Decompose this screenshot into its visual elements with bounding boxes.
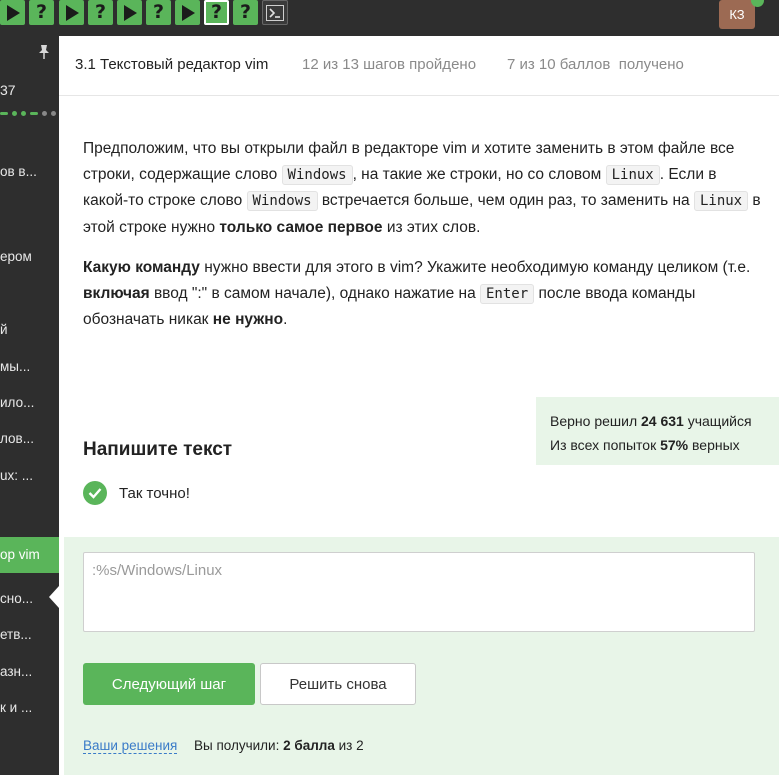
lesson-sidebar: 37 ов в... ером й мы... ило... лов... ux: ... о… [0,36,59,775]
active-lesson-pointer [49,586,59,608]
lesson-header: 3.1 Текстовый редактор vim 12 из 13 шаго… [59,36,779,96]
code-windows: Windows [246,191,318,211]
question-icon: ? [152,1,165,23]
steps-progress: 12 из 13 шагов пройдено [302,56,477,73]
progress-counter: 37 [0,82,16,98]
sidebar-lesson-item[interactable]: ux: ... [0,466,59,486]
lesson-title: 3.1 Текстовый редактор vim [75,56,269,73]
sidebar-lesson-item[interactable]: ор vim [0,537,59,573]
step-button[interactable]: ? [204,0,229,25]
score-progress: 7 из 10 баллов получено [507,56,684,73]
code-linux: Linux [605,164,660,185]
solve-stats: Верно решил 24 631 учащийся Из всех попы… [536,397,779,465]
step-button[interactable]: ? [88,0,113,25]
terminal-icon [266,4,284,21]
your-solutions-link[interactable]: Ваши решения [83,738,178,754]
code-linux: Linux [693,191,749,211]
play-icon [6,4,20,21]
answer-textarea[interactable]: :%s/Windows/Linux [83,552,755,632]
step-button[interactable]: ? [146,0,171,25]
correct-status-text: Так точно! [119,484,190,502]
solved-count-line: Верно решил 24 631 учащийся [550,413,752,429]
top-bar: ????? КЗ [0,0,779,36]
step-button[interactable] [59,0,84,25]
play-icon [123,4,137,21]
question-icon: ? [210,1,223,23]
question-icon: ? [35,1,48,23]
sidebar-lesson-item[interactable]: лов... [0,429,59,449]
code-enter: Enter [480,283,535,304]
question-paragraph-2: Какую команду нужно ввести для этого в v… [83,259,751,328]
question-icon: ? [94,1,107,23]
step-button[interactable]: ? [29,0,54,25]
result-text: Вы получили: 2 балла из 2 [194,738,364,753]
code-windows: Windows [281,164,353,185]
step-button[interactable] [0,0,25,25]
question-paragraph-1: Предположим, что вы открыли файл в редак… [83,140,761,236]
sidebar-lesson-item[interactable]: ов в... [0,162,59,182]
correct-status: Так точно! [83,481,190,505]
question-icon: ? [239,1,252,23]
step-button[interactable] [117,0,142,25]
sidebar-lesson-item[interactable]: мы... [0,357,59,377]
answer-section-title: Напишите текст [83,439,233,460]
sidebar-lesson-item[interactable]: азн... [0,662,59,682]
play-icon [181,4,195,21]
check-icon [83,481,107,505]
progress-dots [0,111,56,116]
pin-icon[interactable] [37,44,51,60]
sidebar-lesson-item[interactable]: ером [0,247,59,267]
retry-button[interactable]: Решить снова [260,663,416,705]
attempts-line: Из всех попыток 57% верных [550,437,740,453]
sidebar-lesson-item[interactable]: й [0,320,59,340]
sidebar-lesson-item[interactable]: к и ... [0,698,59,718]
terminal-button[interactable] [262,0,288,25]
sidebar-lesson-item[interactable]: ило... [0,393,59,413]
user-avatar[interactable]: КЗ [719,0,755,29]
play-icon [65,4,79,21]
step-button[interactable] [175,0,200,25]
step-button[interactable]: ? [233,0,258,25]
next-step-button[interactable]: Следующий шаг [83,663,255,705]
answer-area: :%s/Windows/Linux Следующий шаг Решить с… [64,537,779,775]
sidebar-lesson-item[interactable]: етв... [0,625,59,645]
